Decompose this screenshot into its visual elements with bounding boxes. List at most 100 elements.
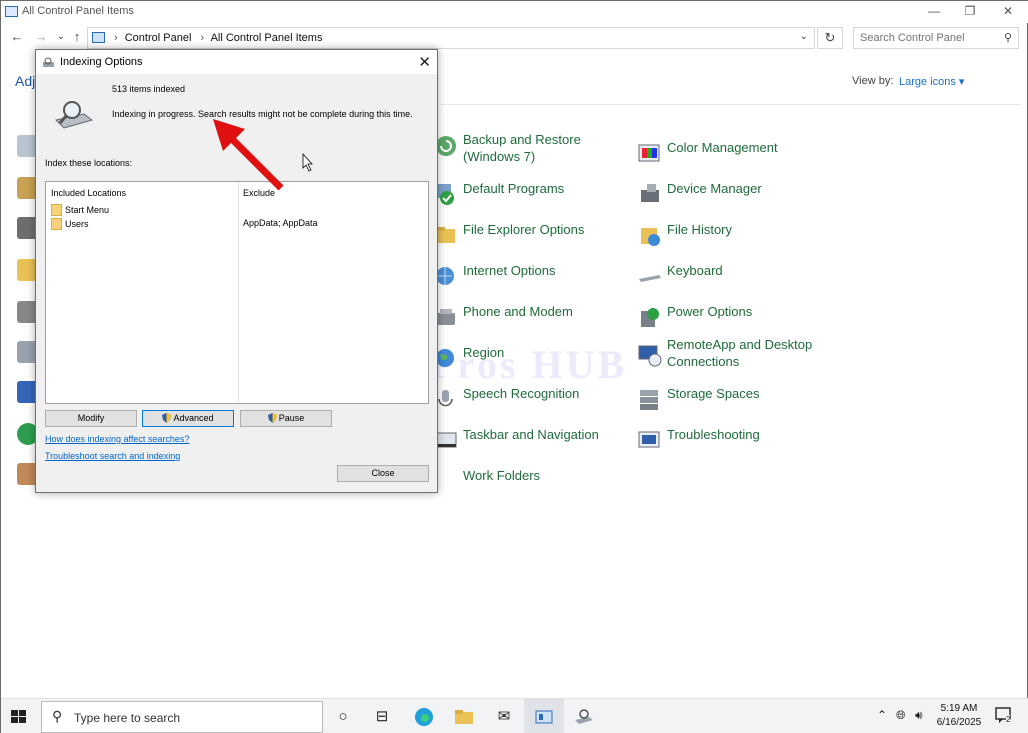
column-header-exclude[interactable]: Exclude [243, 188, 275, 198]
clock-date: 6/16/2025 [936, 717, 982, 728]
control-panel-icon [5, 6, 18, 17]
system-clock[interactable]: 5:19 AM 6/16/2025 [931, 702, 987, 730]
location-name: Users [65, 219, 89, 229]
view-by-dropdown[interactable]: Large icons ▾ [899, 75, 964, 88]
cp-item-label: File Explorer Options [463, 222, 585, 237]
cp-item-label: Storage Spaces [667, 386, 760, 401]
window-title: All Control Panel Items [22, 5, 134, 17]
indexing-magnifier-icon [54, 100, 94, 134]
indexing-icon [42, 56, 55, 68]
folder-icon [51, 218, 62, 230]
task-view-icon[interactable]: ⊟ [370, 705, 394, 729]
modify-button[interactable]: Modify [45, 410, 137, 427]
volume-icon[interactable]: 🔊︎ [915, 708, 923, 723]
minimize-button[interactable]: — [915, 1, 953, 23]
clock-time: 5:19 AM [940, 703, 978, 714]
cp-item-label: Color Management [667, 140, 778, 155]
up-button[interactable]: ↑ [69, 29, 85, 45]
cp-item-label: Taskbar and Navigation [463, 427, 599, 442]
power-options-icon [637, 305, 663, 331]
folder-icon [51, 204, 62, 216]
show-hidden-icons-button[interactable]: ⌃ [877, 708, 887, 722]
indexing-help-link[interactable]: How does indexing affect searches? [45, 434, 189, 444]
search-input[interactable] [860, 31, 998, 45]
troubleshoot-link[interactable]: Troubleshoot search and indexing [45, 451, 180, 461]
mail-icon[interactable]: ✉ [492, 705, 516, 729]
remoteapp-icon [637, 342, 663, 368]
network-icon[interactable]: 🌐︎ [896, 708, 906, 723]
cp-item-label: Backup and Restore (Windows 7) [463, 132, 581, 164]
list-item[interactable]: Start Menu [51, 204, 109, 216]
troubleshooting-icon [637, 428, 663, 454]
control-panel-window: All Control Panel Items — ❐ ✕ ← → ⌄ ↑ › … [0, 0, 1028, 733]
uac-shield-icon [267, 413, 277, 423]
indexing-status: Indexing in progress. Search results mig… [112, 109, 413, 119]
search-icon[interactable]: ⚲ [1004, 31, 1012, 44]
close-dialog-button[interactable]: Close [337, 465, 429, 482]
cp-item-label: File History [667, 222, 733, 237]
windows-start-button[interactable] [7, 707, 31, 727]
breadcrumb-all-items[interactable]: All Control Panel Items [211, 32, 323, 44]
items-indexed-count: 513 items indexed [112, 84, 186, 94]
recent-locations-button[interactable]: ⌄ [53, 29, 69, 45]
taskbar: ⚲ Type here to search ○ ⊟ ✉ ⌃ 🌐︎ 🔊︎ 5:19… [1, 698, 1028, 733]
cp-item-label: Keyboard [667, 263, 723, 278]
column-header-included[interactable]: Included Locations [51, 188, 126, 198]
keyboard-icon [637, 264, 663, 290]
advanced-button-label: Advanced [173, 413, 214, 423]
pause-button-label: Pause [278, 413, 305, 423]
device-manager-icon [637, 182, 663, 208]
window-titlebar: All Control Panel Items — ❐ ✕ [1, 1, 1028, 23]
taskbar-search-box[interactable]: ⚲ Type here to search [41, 701, 323, 733]
search-box[interactable]: ⚲ [853, 27, 1019, 49]
advanced-button[interactable]: Advanced [142, 410, 234, 427]
indexing-options-dialog: Indexing Options ✕ 513 items indexed Ind… [35, 49, 438, 493]
indexing-options-taskbar-icon[interactable] [572, 705, 596, 729]
control-panel-taskbar-icon[interactable] [532, 705, 556, 729]
notification-count: 2 [1006, 715, 1011, 724]
file-explorer-icon[interactable] [452, 705, 476, 729]
breadcrumb: › Control Panel › All Control Panel Item… [112, 32, 326, 44]
back-button[interactable]: ← [9, 29, 25, 45]
close-button[interactable]: ✕ [989, 1, 1027, 23]
pause-button[interactable]: Pause [240, 410, 332, 427]
cp-item-label: Internet Options [463, 263, 556, 278]
uac-shield-icon [162, 413, 172, 423]
chevron-right-icon: › [200, 32, 205, 44]
control-panel-icon [92, 32, 105, 43]
index-locations-label: Index these locations: [45, 158, 133, 168]
exclude-value: AppData; AppData [243, 218, 318, 228]
breadcrumb-control-panel[interactable]: Control Panel [125, 32, 192, 44]
column-divider [238, 182, 239, 403]
cp-item-label: Work Folders [463, 468, 541, 483]
index-locations-list[interactable]: Included Locations Exclude Start Menu Us… [45, 181, 429, 404]
cp-item-label: Default Programs [463, 181, 565, 196]
view-by-label: View by: [852, 75, 894, 87]
cp-item-label: RemoteApp and Desktop Connections [667, 337, 813, 369]
search-icon: ⚲ [52, 708, 63, 724]
notifications-button[interactable]: 2 [994, 705, 1014, 728]
divider [441, 104, 1021, 105]
address-bar[interactable]: › Control Panel › All Control Panel Item… [87, 27, 815, 49]
file-history-icon [637, 223, 663, 249]
dialog-close-button[interactable]: ✕ [418, 53, 431, 71]
forward-button[interactable]: → [33, 29, 49, 45]
cortana-icon[interactable]: ○ [331, 705, 355, 729]
dialog-title: Indexing Options [60, 56, 143, 68]
color-management-icon [637, 141, 663, 167]
dialog-titlebar: Indexing Options ✕ [36, 50, 437, 74]
maximize-button[interactable]: ❐ [951, 1, 989, 23]
chevron-down-icon[interactable]: ⌄ [800, 31, 808, 42]
edge-browser-icon[interactable] [412, 705, 436, 729]
chevron-right-icon: › [114, 32, 118, 44]
cp-item-label: Troubleshooting [667, 427, 760, 442]
location-name: Start Menu [65, 205, 110, 215]
cp-item-label: Phone and Modem [463, 304, 573, 319]
taskbar-search-placeholder: Type here to search [74, 711, 181, 725]
storage-spaces-icon [637, 387, 663, 413]
page-heading-partial: Adj [15, 73, 36, 89]
refresh-button[interactable]: ↻ [817, 27, 843, 49]
cp-item-label: Power Options [667, 304, 753, 319]
list-item[interactable]: Users [51, 218, 89, 230]
navigation-bar: ← → ⌄ ↑ › Control Panel › All Control Pa… [1, 25, 1028, 51]
